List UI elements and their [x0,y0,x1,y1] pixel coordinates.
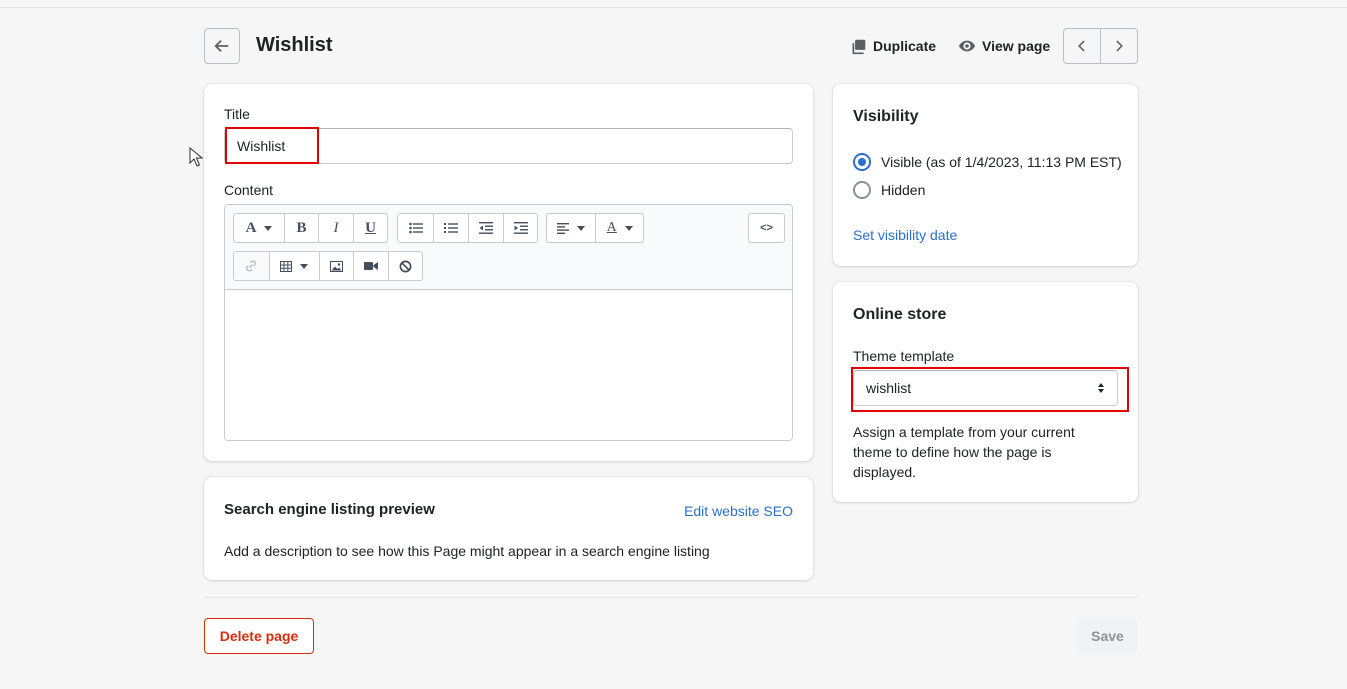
text-color-dropdown[interactable]: A [595,214,643,242]
underline-button[interactable]: U [353,214,387,242]
caret-down-icon [300,263,309,269]
theme-template-help: Assign a template from your current them… [853,424,1075,480]
set-visibility-date-link[interactable]: Set visibility date [853,227,957,243]
indent-icon [513,222,528,234]
arrow-left-icon [214,39,229,53]
back-button[interactable] [204,28,240,64]
edit-seo-link[interactable]: Edit website SEO [684,503,793,519]
bold-button[interactable]: B [284,214,318,242]
visibility-title: Visibility [853,108,919,125]
seo-preview-card: Search engine listing preview Edit websi… [204,477,813,580]
content-label: Content [224,182,274,198]
title-input[interactable] [224,128,793,164]
select-arrows-icon [1098,383,1104,393]
view-page-button[interactable]: View page [958,36,1050,56]
table-icon [280,260,293,272]
chevron-right-icon [1116,40,1123,52]
online-store-card: Online store Theme template wishlist Ass… [833,282,1138,502]
insert-image-button[interactable] [318,252,354,280]
eye-icon [958,40,976,52]
show-html-button[interactable]: <> [749,214,784,242]
insert-video-button[interactable] [353,252,388,280]
editor-content-area[interactable] [225,291,792,440]
outdent-icon [479,222,493,234]
hidden-radio-label: Hidden [881,182,926,198]
bullet-list-button[interactable] [398,214,433,242]
image-icon [329,260,343,272]
previous-page-button[interactable] [1064,29,1100,63]
numbered-list-button[interactable] [433,214,468,242]
hidden-radio[interactable] [853,181,871,199]
chevron-left-icon [1078,40,1085,52]
caret-down-icon [624,225,633,231]
duplicate-button[interactable]: Duplicate [850,36,936,56]
page-content-card: Title Content A B I U [204,84,813,461]
next-page-button[interactable] [1100,29,1137,63]
theme-template-value: wishlist [866,380,912,396]
clear-formatting-button[interactable] [388,252,422,280]
text-color-glyph: A [606,220,617,235]
page-title: Wishlist [256,34,333,56]
seo-section-title: Search engine listing preview [224,501,435,518]
visibility-card: Visibility Visible (as of 1/4/2023, 11:1… [833,84,1138,266]
mouse-pointer-icon [189,147,203,167]
insert-group [233,251,423,281]
visible-radio-option[interactable]: Visible (as of 1/4/2023, 11:13 PM EST) [853,153,1122,171]
italic-button[interactable]: I [318,214,353,242]
hidden-radio-option[interactable]: Hidden [853,181,925,199]
text-format-group: A B I U [233,213,388,243]
visible-radio-label: Visible (as of 1/4/2023, 11:13 PM EST) [881,154,1122,170]
numbered-list-icon [444,223,458,233]
duplicate-icon [852,39,866,54]
online-store-title: Online store [853,306,947,323]
caret-down-icon [577,225,586,231]
rich-text-editor: A B I U A <> [224,204,793,441]
caret-down-icon [264,225,273,231]
font-style-dropdown[interactable]: A [234,214,284,242]
clear-format-icon [399,260,412,272]
alignment-color-group: A [546,213,644,243]
video-camera-icon [364,262,379,270]
font-style-glyph: A [245,219,257,236]
insert-link-button[interactable] [234,252,269,280]
visible-radio[interactable] [853,153,871,171]
seo-description: Add a description to see how this Page m… [224,543,710,559]
top-divider [0,7,1347,8]
link-icon [246,260,257,272]
alignment-dropdown[interactable] [547,214,595,242]
list-group [397,213,538,243]
insert-table-dropdown[interactable] [268,252,319,280]
outdent-button[interactable] [468,214,503,242]
delete-page-button[interactable]: Delete page [204,618,314,654]
bullet-list-icon [408,222,423,234]
editor-toolbar: A B I U A <> [225,205,792,290]
title-label: Title [224,106,250,122]
theme-template-select[interactable]: wishlist [853,370,1118,406]
align-left-icon [557,222,570,234]
page-pagination [1063,28,1138,64]
footer-divider [204,597,1138,598]
view-page-label: View page [982,38,1051,54]
theme-template-label: Theme template [853,348,955,364]
indent-button[interactable] [503,214,537,242]
duplicate-label: Duplicate [873,38,937,54]
save-button[interactable]: Save [1077,618,1138,654]
html-toggle-group: <> [748,213,785,243]
